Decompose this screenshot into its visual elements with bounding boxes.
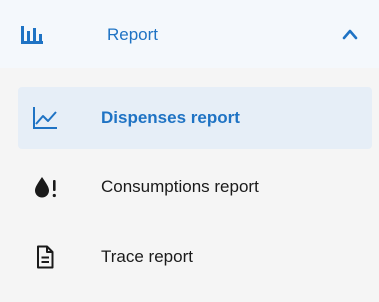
menu-item-dispenses-report[interactable]: Dispenses report bbox=[18, 87, 372, 149]
document-icon bbox=[32, 245, 58, 269]
menu-item-label: Trace report bbox=[101, 247, 193, 266]
menu-item-label: Dispenses report bbox=[101, 108, 240, 127]
line-chart-icon bbox=[32, 106, 58, 130]
drop-alert-icon bbox=[32, 175, 58, 199]
chevron-up-icon[interactable] bbox=[341, 27, 359, 41]
bar-chart-icon bbox=[20, 24, 44, 46]
menu-item-consumptions-report[interactable]: Consumptions report bbox=[18, 156, 372, 218]
menu-item-label: Consumptions report bbox=[101, 177, 259, 196]
report-menu: Report Dispenses report Consumptions rep… bbox=[0, 0, 379, 302]
section-label: Report bbox=[107, 25, 159, 44]
report-section-header[interactable]: Report bbox=[0, 0, 379, 68]
report-submenu: Dispenses report Consumptions report Tra… bbox=[0, 68, 379, 302]
menu-item-trace-report[interactable]: Trace report bbox=[18, 226, 372, 288]
